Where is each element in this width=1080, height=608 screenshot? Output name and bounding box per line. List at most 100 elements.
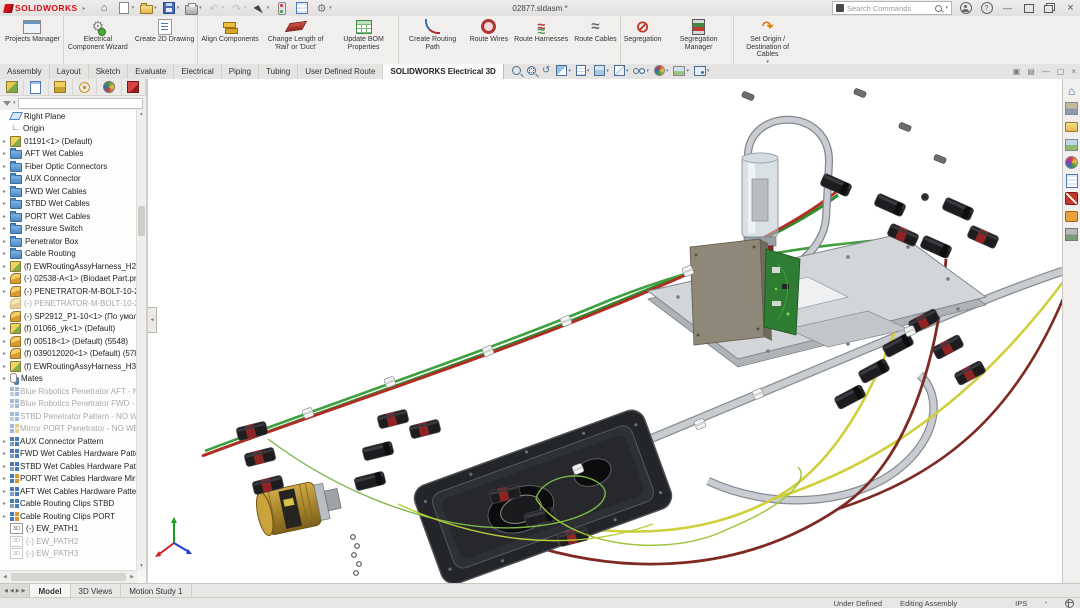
tree-item[interactable]: ▸ AUX Connector Pattern: [0, 435, 137, 448]
zoom-area-icon[interactable]: [527, 66, 537, 75]
panel-tab[interactable]: [49, 79, 73, 95]
tree-item[interactable]: Right Plane: [0, 110, 137, 123]
pcb-bracket[interactable]: [690, 239, 772, 345]
file-properties-icon[interactable]: [293, 1, 311, 16]
expand-arrow-icon[interactable]: ▸: [3, 213, 10, 220]
help-button[interactable]: ?: [979, 2, 994, 15]
expand-arrow-icon[interactable]: ▸: [3, 450, 10, 457]
view-orientation-icon[interactable]: ▾: [594, 65, 609, 76]
close-doc-icon[interactable]: ×: [1071, 67, 1076, 76]
electrical-component-wizard-button[interactable]: Electrical Component Wizard: [63, 16, 132, 64]
tree-item[interactable]: ▸ AFT Wet Cables Hardware Pattern: [0, 485, 137, 498]
expand-arrow-icon[interactable]: ▸: [3, 363, 10, 370]
logo-flyout-arrow-icon[interactable]: ▸: [83, 5, 86, 12]
expand-arrow-icon[interactable]: ▸: [3, 500, 10, 507]
redo-icon[interactable]: ▾: [228, 1, 249, 16]
apply-scene-icon[interactable]: ▾: [673, 66, 689, 76]
tree-item[interactable]: STBD Penetrator Pattern - NO WET: [0, 410, 137, 423]
expand-arrow-icon[interactable]: ▸: [3, 513, 10, 520]
filter-dropdown-icon[interactable]: ▾: [13, 100, 16, 106]
port-connector-cluster[interactable]: [236, 409, 441, 495]
expand-arrow-icon[interactable]: ▸: [3, 313, 10, 320]
tree-item[interactable]: ▸ (f) EWRoutingAssyHarness_H3(375: [0, 360, 137, 373]
scroll-down-icon[interactable]: ▼: [137, 562, 146, 571]
expand-arrow-icon[interactable]: ▸: [3, 475, 10, 482]
window-layout-button[interactable]: [1042, 2, 1057, 15]
home-icon[interactable]: [96, 1, 114, 16]
tree-item[interactable]: (-) PENETRATOR-M-BOLT-10-25-A: [0, 298, 137, 311]
tree-item[interactable]: ▸ Fiber Optic Connectors: [0, 160, 137, 173]
filter-icon[interactable]: [3, 101, 11, 106]
panel-tab[interactable]: [24, 79, 48, 95]
close-button[interactable]: ×: [1063, 2, 1078, 15]
sheet-tab[interactable]: 3D Views: [71, 584, 122, 598]
expand-arrow-icon[interactable]: ▸: [3, 338, 10, 345]
scroll-up-icon[interactable]: ▲: [137, 110, 146, 119]
graphics-area[interactable]: ◄: [148, 79, 1063, 583]
solidworks-forum-icon[interactable]: [1065, 210, 1078, 223]
tree-item[interactable]: ▸ Cable Routing: [0, 248, 137, 261]
search-scope-icon[interactable]: [836, 4, 844, 12]
tile-window-icon[interactable]: ▣: [1013, 67, 1021, 76]
tree-item[interactable]: ▸ AUX Connector: [0, 173, 137, 186]
tree-item[interactable]: ▸ STBD Wet Cables: [0, 198, 137, 211]
file-explorer-icon[interactable]: [1065, 120, 1078, 133]
tree-horizontal-scrollbar[interactable]: ◀ ▶: [0, 570, 137, 583]
search-input[interactable]: Search Commands: [847, 4, 932, 13]
minimize-doc-icon[interactable]: —: [1042, 67, 1050, 76]
projects-manager-button[interactable]: Projects Manager: [2, 16, 63, 64]
previous-view-icon[interactable]: [542, 65, 551, 76]
scroll-thumb[interactable]: [138, 206, 145, 236]
expand-arrow-icon[interactable]: ▸: [3, 188, 10, 195]
update-bom-properties-button[interactable]: Update BOM Properties: [330, 16, 398, 64]
zoom-fit-icon[interactable]: [512, 66, 522, 75]
create-2d-drawing-button[interactable]: Create 2D Drawing: [132, 16, 198, 64]
tree-item[interactable]: ▸ (f) EWRoutingAssyHarness_H2_357: [0, 260, 137, 273]
tree-item[interactable]: ▸ (f) 039012020<1> (Default) (5781): [0, 348, 137, 361]
command-tab[interactable]: Layout: [50, 64, 89, 79]
scroll-right-icon[interactable]: ▶: [127, 574, 137, 580]
tree-item[interactable]: (-) EW_PATH3: [0, 548, 137, 561]
tree-item[interactable]: ▸ Cable Routing Clips PORT: [0, 510, 137, 523]
expand-arrow-icon[interactable]: ▸: [3, 200, 10, 207]
command-tab[interactable]: Electrical: [174, 64, 221, 79]
minimize-button[interactable]: —: [1000, 2, 1015, 15]
view-palette-icon[interactable]: [1065, 138, 1078, 151]
select-cursor-icon[interactable]: ▾: [251, 1, 272, 16]
tab-scroll-icon[interactable]: ◀: [10, 588, 14, 594]
command-tab[interactable]: Tubing: [259, 64, 298, 79]
command-tab[interactable]: User Defined Route: [298, 64, 383, 79]
panel-tab[interactable]: [122, 79, 146, 95]
tree-item[interactable]: ▸ Cable Routing Clips STBD: [0, 498, 137, 511]
command-tab[interactable]: Assembly: [0, 64, 50, 79]
options-icon[interactable]: ▾: [313, 1, 334, 16]
new-file-icon[interactable]: ▾: [116, 1, 137, 16]
tree-item[interactable]: ▸ AFT Wet Cables: [0, 148, 137, 161]
command-tab[interactable]: Sketch: [89, 64, 128, 79]
tree-item[interactable]: Blue Robotics Penetrator AFT - NO: [0, 385, 137, 398]
panel-tab[interactable]: [73, 79, 97, 95]
hide-show-items-icon[interactable]: ▾: [633, 68, 649, 74]
tree-item[interactable]: (-) EW_PATH1: [0, 523, 137, 536]
annotations-icon[interactable]: ▾: [576, 65, 590, 76]
maximize-button[interactable]: [1021, 2, 1036, 15]
units-selector[interactable]: IPS: [1015, 599, 1027, 608]
expand-arrow-icon[interactable]: ▸: [3, 275, 10, 282]
view-settings-icon[interactable]: ▾: [694, 66, 710, 76]
solidworks-electrical-icon[interactable]: [1065, 192, 1078, 205]
search-dropdown-icon[interactable]: ▾: [945, 5, 948, 11]
expand-arrow-icon[interactable]: ▸: [3, 350, 10, 357]
expand-arrow-icon[interactable]: ▸: [3, 463, 10, 470]
tree-item[interactable]: (-) EW_PATH2: [0, 535, 137, 548]
chain[interactable]: [351, 535, 362, 576]
expand-arrow-icon[interactable]: ▸: [3, 325, 10, 332]
toolbox-icon[interactable]: [1065, 228, 1078, 241]
custom-properties-icon[interactable]: [1065, 174, 1078, 187]
3d-assembly-view[interactable]: [148, 79, 1063, 583]
expand-arrow-icon[interactable]: ▸: [3, 175, 10, 182]
tree-item[interactable]: ▸ PORT Wet Cables Hardware Mirror: [0, 473, 137, 486]
tab-scroll-icon[interactable]: ▶: [22, 588, 26, 594]
align-components-button[interactable]: Align Components: [197, 16, 261, 64]
expand-arrow-icon[interactable]: ▸: [3, 163, 10, 170]
tree-item[interactable]: ▸ (f) 00518<1> (Default) (5548): [0, 335, 137, 348]
